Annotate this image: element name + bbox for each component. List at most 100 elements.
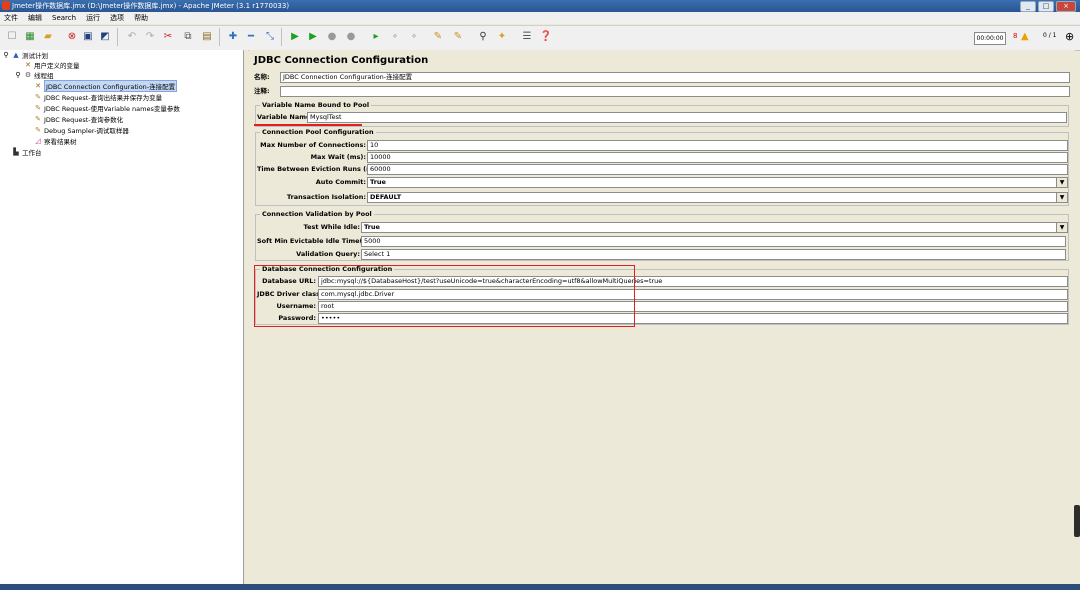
tree-toggle-icon[interactable]: ⚲	[14, 71, 22, 79]
comment-row: 注释:	[254, 86, 1070, 97]
soft-min-row: Soft Min Evictable Idle Time(ms): 5000	[257, 236, 1069, 247]
minimize-button[interactable]: _	[1020, 1, 1036, 12]
comment-label: 注释:	[254, 87, 270, 95]
test-plan-tree: ⚲ ▲ 测试计划 ✕ 用户定义的变量 ⚲ ⚙ 线程组 ✕ JDBC Connec…	[0, 50, 244, 584]
chevron-down-icon[interactable]: ▼	[1056, 193, 1067, 202]
open-icon[interactable]: ▰	[40, 29, 56, 45]
isolation-select[interactable]: DEFAULT ▼	[367, 192, 1068, 203]
jmeter-logo-icon	[2, 1, 10, 10]
warning-icon[interactable]: ▲	[1021, 31, 1029, 42]
save-as-icon[interactable]: ◩	[97, 29, 113, 45]
tree-node-jdbc-request-1[interactable]: ✎ JDBC Request-查询出结果并保存为变量	[34, 92, 162, 102]
auto-commit-row: Auto Commit: True ▼	[257, 177, 1069, 188]
clear-icon[interactable]: ✎	[430, 29, 446, 45]
page-title: JDBC Connection Configuration	[254, 55, 429, 66]
remote-stop-icon[interactable]: ∘	[387, 29, 403, 45]
redo-icon[interactable]: ↷	[142, 29, 158, 45]
collapse-icon[interactable]: ━	[243, 29, 259, 45]
sampler-pen-icon: ✎	[35, 104, 41, 112]
expand-icon[interactable]: ✚	[225, 29, 241, 45]
tree-node-thread-group[interactable]: ⚲ ⚙ 线程组	[14, 70, 53, 80]
function-helper-icon[interactable]: ☰	[519, 29, 535, 45]
clear-all-icon[interactable]: ✎	[450, 29, 466, 45]
wrench-icon: ✕	[25, 61, 31, 69]
maximize-button[interactable]: □	[1038, 1, 1054, 12]
toolbar-separator	[117, 28, 118, 46]
menu-run[interactable]: 运行	[86, 12, 100, 24]
os-taskbar	[0, 584, 1080, 590]
max-wait-row: Max Wait (ms): 10000	[257, 152, 1069, 163]
test-idle-label: Test While Idle:	[303, 223, 360, 231]
tree-node-jdbc-request-3[interactable]: ✎ JDBC Request-查询参数化	[34, 114, 123, 124]
stop-icon[interactable]: ●	[324, 29, 340, 45]
menu-search[interactable]: Search	[52, 12, 76, 24]
tree-node-debug-sampler[interactable]: ✎ Debug Sampler-调试取样器	[34, 125, 129, 135]
isolation-label: Transaction Isolation:	[286, 193, 366, 201]
eviction-field[interactable]: 60000	[367, 164, 1068, 175]
test-idle-value: True	[364, 223, 380, 231]
active-threads: 0 / 1	[1043, 32, 1057, 39]
max-connections-field[interactable]: 10	[367, 140, 1068, 151]
pane-splitter[interactable]	[244, 50, 248, 584]
eviction-label: Time Between Eviction Runs (ms):	[257, 165, 383, 173]
paste-icon[interactable]: ▤	[199, 29, 215, 45]
close-button[interactable]: ×	[1056, 1, 1076, 12]
sampler-pen-icon: ✎	[35, 93, 41, 101]
workbench-icon: ▙	[13, 148, 19, 156]
auto-commit-select[interactable]: True ▼	[367, 177, 1068, 188]
auto-commit-label: Auto Commit:	[315, 178, 366, 186]
variable-name-field[interactable]: MysqlTest	[307, 112, 1067, 123]
new-icon[interactable]: ☐	[4, 29, 20, 45]
isolation-value: DEFAULT	[370, 193, 402, 201]
side-scroll-handle[interactable]	[1074, 505, 1080, 537]
remote-globe-icon: ⊕	[1065, 30, 1075, 43]
highlight-box	[254, 265, 635, 327]
validation-query-field[interactable]: Select 1	[361, 249, 1066, 260]
error-count: 8	[1013, 32, 1018, 40]
menu-edit[interactable]: 编辑	[28, 12, 42, 24]
gear-icon: ⚙	[24, 71, 32, 79]
tree-node-jdbc-config[interactable]: ✕ JDBC Connection Configuration-连接配置	[34, 80, 178, 92]
reset-search-icon[interactable]: ✦	[494, 29, 510, 45]
test-idle-select[interactable]: True ▼	[361, 222, 1068, 233]
copy-icon[interactable]: ⧉	[180, 29, 196, 45]
remote-shutdown-icon[interactable]: ∘	[406, 29, 422, 45]
eviction-row: Time Between Eviction Runs (ms): 60000	[257, 164, 1069, 175]
shutdown-icon[interactable]: ●	[343, 29, 359, 45]
help-icon[interactable]: ❓	[538, 29, 554, 45]
toolbar-separator	[219, 28, 220, 46]
tree-node-workbench[interactable]: ▙ 工作台	[12, 147, 41, 157]
menu-bar: 文件 编辑 Search 运行 选项 帮助	[0, 12, 1080, 24]
tree-node-jdbc-request-2[interactable]: ✎ JDBC Request-使用Variable names变量参数	[34, 103, 180, 113]
comment-field[interactable]	[280, 86, 1070, 97]
test-idle-row: Test While Idle: True ▼	[257, 222, 1069, 233]
toolbar: ☐ ▦ ▰ ⊗ ▣ ◩ ↶ ↷ ✂ ⧉ ▤ ✚ ━ ⤡ ▶ ▶ ● ● ▸ ∘ …	[0, 25, 1080, 51]
menu-options[interactable]: 选项	[110, 12, 124, 24]
tree-toggle-icon[interactable]: ⚲	[2, 51, 10, 59]
tree-node-results-tree[interactable]: ◿ 察看结果树	[34, 136, 76, 146]
start-no-pause-icon[interactable]: ▶	[305, 29, 321, 45]
remote-start-icon[interactable]: ▸	[368, 29, 384, 45]
close-file-icon[interactable]: ⊗	[64, 29, 80, 45]
group-title: Variable Name Bound to Pool	[260, 101, 372, 109]
soft-min-field[interactable]: 5000	[361, 236, 1066, 247]
templates-icon[interactable]: ▦	[22, 29, 38, 45]
undo-icon[interactable]: ↶	[124, 29, 140, 45]
highlight-underline	[254, 124, 362, 126]
chevron-down-icon[interactable]: ▼	[1056, 178, 1067, 187]
max-wait-label: Max Wait (ms):	[310, 153, 366, 161]
cut-icon[interactable]: ✂	[160, 29, 176, 45]
name-field[interactable]: JDBC Connection Configuration-连接配置	[280, 72, 1070, 83]
tree-node-test-plan[interactable]: ⚲ ▲ 测试计划	[2, 50, 48, 60]
tree-node-user-vars[interactable]: ✕ 用户定义的变量	[24, 60, 79, 70]
group-title: Connection Pool Configuration	[260, 128, 376, 136]
search-icon[interactable]: ⚲	[475, 29, 491, 45]
start-icon[interactable]: ▶	[287, 29, 303, 45]
window-title: Jmeter操作数据库.jmx (D:\Jmeter操作数据库.jmx) - A…	[12, 2, 290, 10]
toggle-icon[interactable]: ⤡	[262, 29, 278, 45]
menu-help[interactable]: 帮助	[134, 12, 148, 24]
chevron-down-icon[interactable]: ▼	[1056, 223, 1067, 232]
save-icon[interactable]: ▣	[80, 29, 96, 45]
menu-file[interactable]: 文件	[4, 12, 18, 24]
max-wait-field[interactable]: 10000	[367, 152, 1068, 163]
